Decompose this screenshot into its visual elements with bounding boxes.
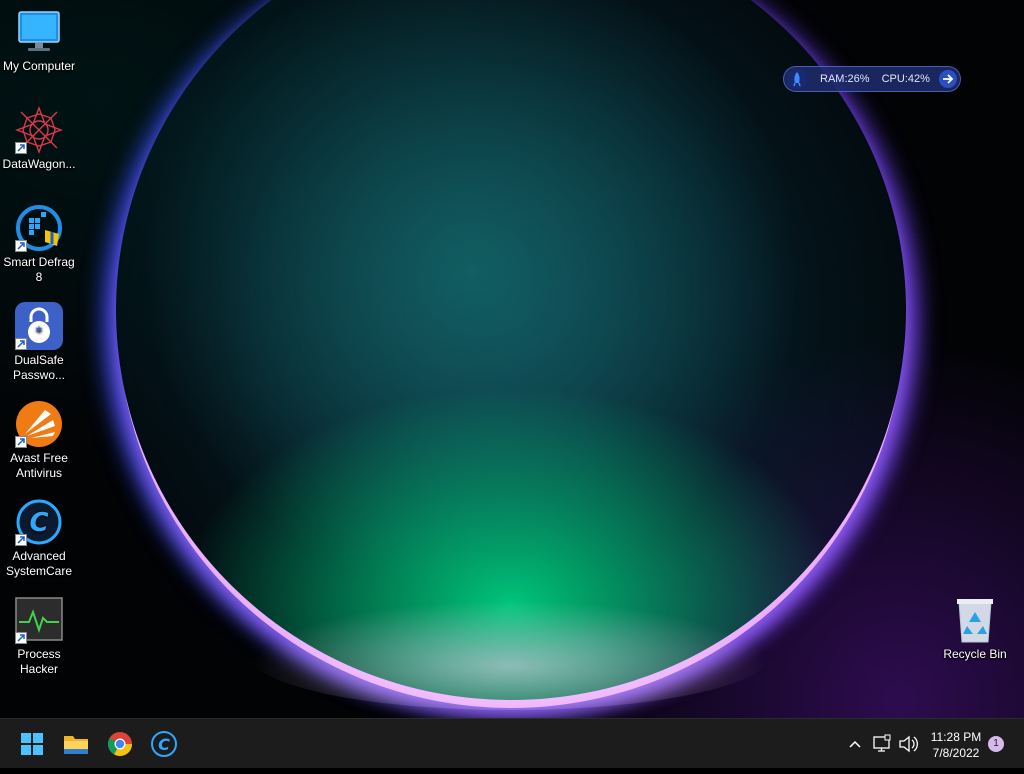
- shortcut-arrow-icon: [15, 632, 27, 644]
- desktop-icon-my-computer[interactable]: My Computer: [0, 8, 78, 74]
- desktop-icon-label: Advanced SystemCare: [5, 549, 73, 578]
- arrow-right-icon[interactable]: [939, 70, 957, 88]
- file-explorer-button[interactable]: [59, 727, 93, 761]
- chevron-up-icon: [849, 740, 861, 748]
- monitor-icon: [15, 8, 63, 56]
- clock-date: 7/8/2022: [932, 746, 980, 760]
- desktop-wallpaper: [0, 0, 1024, 718]
- desktop-icon-process-hacker[interactable]: Process Hacker: [0, 596, 78, 677]
- start-button[interactable]: [15, 727, 49, 761]
- cpu-usage: CPU:42%: [881, 73, 930, 85]
- chrome-button[interactable]: [103, 727, 137, 761]
- desktop-icon-label: DualSafe Passwo...: [12, 353, 66, 382]
- desktop-icon-recycle-bin[interactable]: Recycle Bin: [936, 596, 1014, 662]
- advanced-systemcare-icon: C: [151, 731, 177, 757]
- ram-usage: RAM:26%: [820, 73, 870, 85]
- smart-defrag-icon: [15, 204, 63, 252]
- taskbar-clock[interactable]: 11:28 PM 7/8/2022: [920, 729, 992, 761]
- desktop-icon-dualsafe[interactable]: * DualSafe Passwo...: [0, 302, 78, 383]
- desktop-icon-label: My Computer: [2, 59, 76, 73]
- desktop-icon-label: DataWagon...: [2, 157, 76, 171]
- taskbar: C 11:28 PM 7/8/2022: [0, 718, 1024, 768]
- desktop-icon-label: Process Hacker: [17, 647, 61, 676]
- shortcut-arrow-icon: [15, 142, 27, 154]
- svg-text:*: *: [36, 325, 43, 341]
- wallpaper-rim-glow: [250, 600, 770, 710]
- advanced-systemcare-icon: C: [15, 498, 63, 546]
- desktop-icon-datawagon[interactable]: DataWagon...: [0, 106, 78, 172]
- shortcut-arrow-icon: [15, 534, 27, 546]
- rocket-icon[interactable]: [787, 69, 807, 89]
- recycle-bin-icon: [951, 596, 999, 644]
- desktop-icon-label: Smart Defrag 8: [3, 255, 75, 284]
- notification-badge[interactable]: 1: [988, 736, 1004, 752]
- network-button[interactable]: [871, 719, 893, 769]
- clock-time: 11:28 PM: [930, 730, 982, 744]
- shortcut-arrow-icon: [15, 240, 27, 252]
- process-hacker-icon: [15, 596, 63, 644]
- shortcut-arrow-icon: [15, 338, 27, 350]
- desktop-icon-advanced-systemcare[interactable]: C Advanced SystemCare: [0, 498, 78, 579]
- shortcut-arrow-icon: [15, 436, 27, 448]
- dualsafe-icon: *: [15, 302, 63, 350]
- system-monitor-widget[interactable]: RAM:26% CPU:42%: [783, 66, 961, 92]
- svg-text:C: C: [158, 735, 170, 754]
- volume-button[interactable]: [897, 719, 919, 769]
- avast-icon: [15, 400, 63, 448]
- desktop-icon-label: Recycle Bin: [943, 647, 1007, 661]
- svg-text:C: C: [29, 508, 48, 538]
- network-icon: [873, 734, 891, 752]
- wallpaper-bloom: [116, 0, 906, 700]
- widget-stats: RAM:26% CPU:42%: [820, 73, 939, 85]
- desktop-icon-avast[interactable]: Avast Free Antivirus: [0, 400, 78, 481]
- show-hidden-icons-button[interactable]: [845, 719, 865, 769]
- desktop-icon-label: Avast Free Antivirus: [10, 451, 68, 480]
- datawagon-icon: [15, 106, 63, 154]
- desktop-icon-smart-defrag[interactable]: Smart Defrag 8: [0, 204, 78, 285]
- speaker-icon: [899, 735, 918, 753]
- advanced-systemcare-button[interactable]: C: [147, 727, 181, 761]
- file-explorer-icon: [64, 736, 88, 754]
- start-icon: [21, 733, 43, 755]
- chrome-icon: [107, 732, 132, 757]
